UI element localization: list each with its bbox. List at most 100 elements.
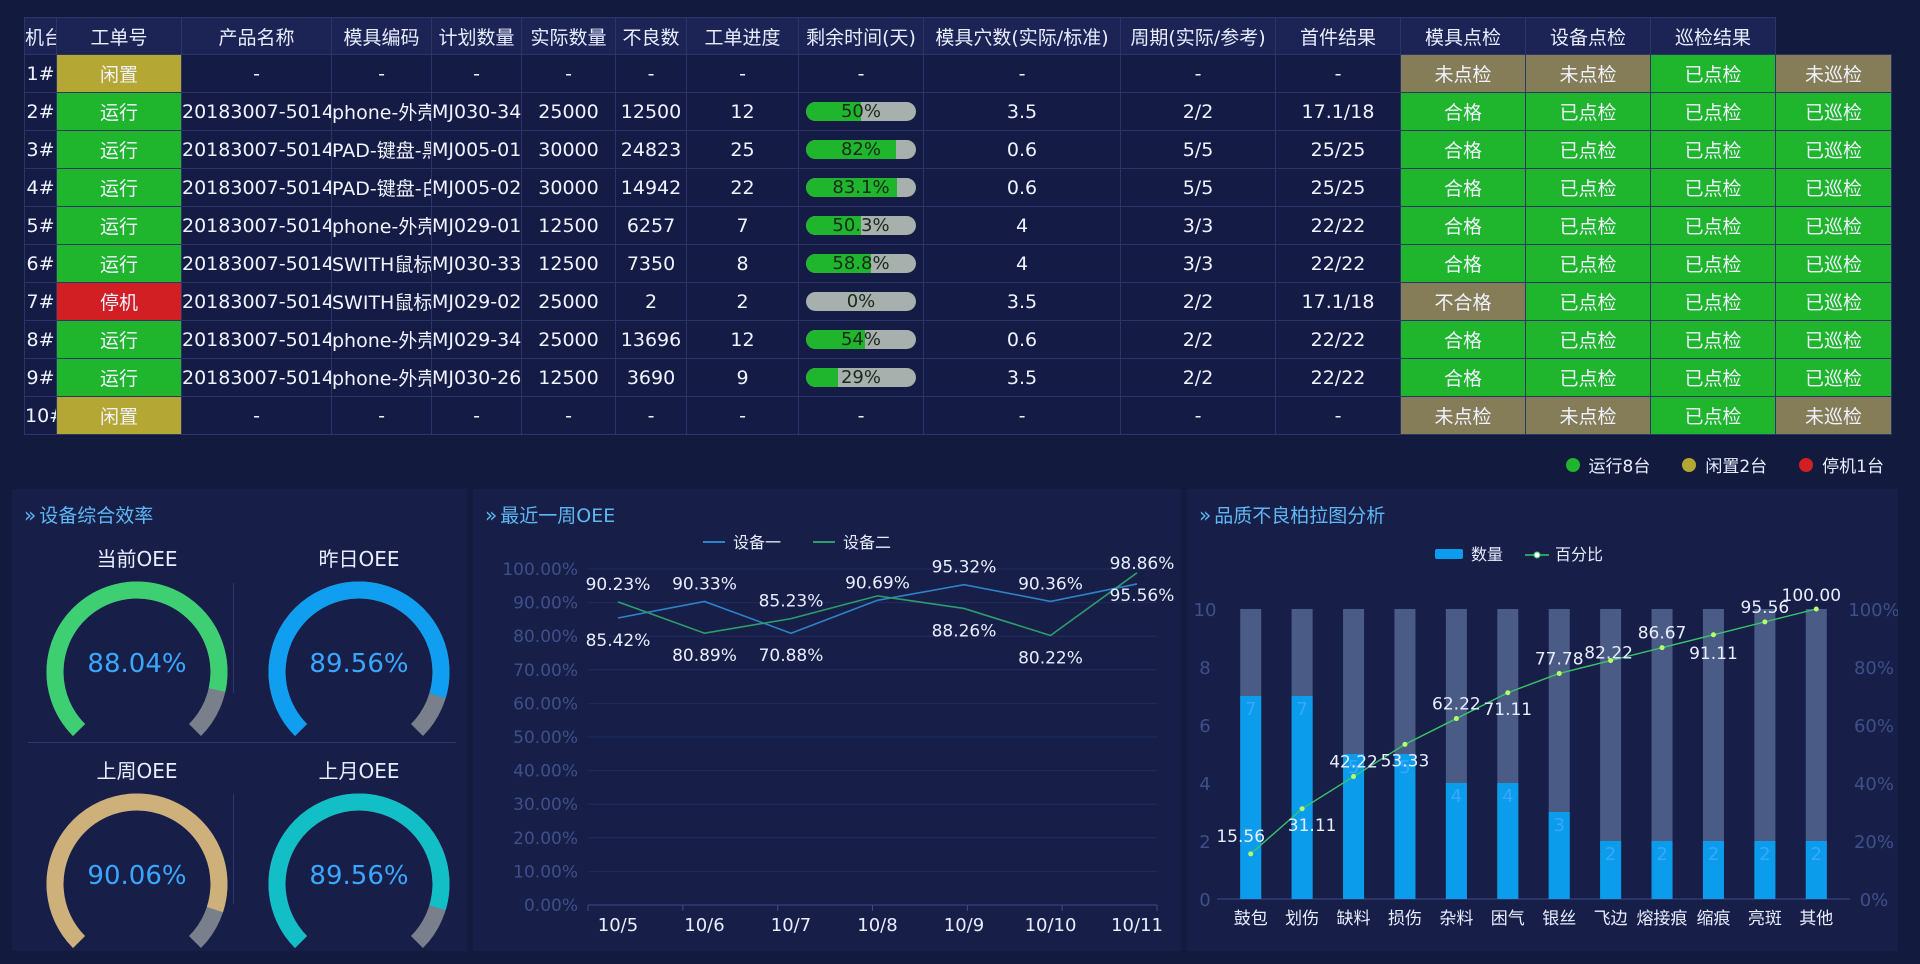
cell-plan: 12500 bbox=[521, 206, 616, 245]
bar-value-label: 2 bbox=[1759, 844, 1770, 865]
gauge-value: 89.56% bbox=[309, 649, 409, 679]
x-tick-label: 10/7 bbox=[771, 915, 811, 936]
check-status-equip-check: 已点检 bbox=[1650, 130, 1776, 169]
x-tick-label: 飞边 bbox=[1594, 909, 1628, 929]
check-status-mold-check: 已点检 bbox=[1525, 130, 1651, 169]
cell-cavity: - bbox=[1120, 396, 1276, 435]
bar-value-label: 2 bbox=[1656, 844, 1667, 865]
pareto-chart: 数量 百分比02468100%20%40%60%80%100%7鼓包7划伤5缺料5… bbox=[1194, 545, 1898, 929]
table-row[interactable]: 2#运行20183007-501410phone-外壳-白MJ030-34250… bbox=[24, 92, 1892, 131]
check-status-first: 合格 bbox=[1400, 244, 1526, 283]
check-status-mold-check: 已点检 bbox=[1525, 168, 1651, 207]
divider bbox=[233, 583, 234, 693]
data-label: 80.89% bbox=[672, 646, 737, 666]
cell-actual: 2 bbox=[615, 282, 687, 321]
cell-actual: 12500 bbox=[615, 92, 687, 131]
cumulative-point bbox=[1505, 690, 1511, 696]
y-tick-label: 4 bbox=[1199, 774, 1210, 795]
table-row[interactable]: 10#闲置----------未点检未点检已点检未巡检 bbox=[24, 396, 1892, 435]
gauge-title: 当前OEE bbox=[96, 547, 178, 571]
y-tick-label: 10 bbox=[1194, 600, 1217, 621]
data-label: 95.32% bbox=[932, 558, 997, 578]
cumulative-point bbox=[1453, 716, 1459, 722]
check-status-patrol: 未巡检 bbox=[1775, 54, 1892, 93]
cell-cavity: 2/2 bbox=[1120, 282, 1276, 321]
y-tick-label: 20.00% bbox=[513, 829, 578, 849]
table-row[interactable]: 6#运行20183007-501414SWITH鼠标壳-xlMJ030-3312… bbox=[24, 244, 1892, 283]
cumulative-label: 15.56 bbox=[1216, 827, 1265, 847]
cell-plan: - bbox=[521, 54, 616, 93]
cumulative-point bbox=[1351, 774, 1357, 780]
cumulative-point bbox=[1762, 619, 1768, 625]
cell-product: phone-外壳-黑 bbox=[331, 358, 432, 397]
cell-mold: - bbox=[431, 54, 522, 93]
cell-cycle: 25/25 bbox=[1275, 130, 1401, 169]
machine-status-table-container: 机台工单号产品名称模具编码计划数量实际数量不良数工单进度剩余时间(天)模具穴数(… bbox=[24, 17, 1892, 435]
data-label: 90.36% bbox=[1018, 574, 1083, 594]
bar[interactable] bbox=[1240, 696, 1262, 899]
check-status-patrol: 已巡检 bbox=[1775, 168, 1892, 207]
data-label: 90.33% bbox=[672, 574, 737, 594]
check-status-mold-check: 已点检 bbox=[1525, 206, 1651, 245]
bar[interactable] bbox=[1291, 696, 1313, 899]
check-status-mold-check: 未点检 bbox=[1525, 396, 1651, 435]
progress-bar: 50% bbox=[806, 102, 916, 121]
oee-panel-title-text: 设备综合效率 bbox=[39, 505, 154, 527]
y-tick-label: 70.00% bbox=[513, 661, 578, 681]
x-tick-label: 银丝 bbox=[1542, 909, 1576, 929]
machine-state-badge: 运行 bbox=[56, 130, 182, 169]
machine-status-table: 机台工单号产品名称模具编码计划数量实际数量不良数工单进度剩余时间(天)模具穴数(… bbox=[24, 17, 1892, 435]
check-status-first: 合格 bbox=[1400, 320, 1526, 359]
cumulative-label: 71.11 bbox=[1483, 700, 1532, 720]
x-tick-label: 10/8 bbox=[857, 915, 897, 936]
check-status-equip-check: 已点检 bbox=[1650, 92, 1776, 131]
table-row[interactable]: 7#停机20183007-501415SWITH鼠标壳-xlMJ029-0225… bbox=[24, 282, 1892, 321]
cumulative-label: 42.22 bbox=[1329, 753, 1378, 773]
data-label: 70.88% bbox=[759, 646, 824, 666]
cell-defect: 7 bbox=[686, 206, 799, 245]
cell-remain: 3.5 bbox=[923, 92, 1121, 131]
cumulative-point bbox=[1402, 741, 1408, 747]
cell-order: 20183007-501417 bbox=[181, 358, 332, 397]
x-tick-label: 熔接痕 bbox=[1637, 909, 1688, 929]
check-status-first: 合格 bbox=[1400, 168, 1526, 207]
y-tick-label: 90.00% bbox=[513, 594, 578, 614]
table-row[interactable]: 4#运行20183007-501412PAD-键盘-白色MJ005-023000… bbox=[24, 168, 1892, 207]
cell-defect: 8 bbox=[686, 244, 799, 283]
check-status-patrol: 已巡检 bbox=[1775, 130, 1892, 169]
progress-bar: 50.3% bbox=[806, 216, 916, 235]
oee-gauge: 昨日OEE 89.56% bbox=[254, 543, 464, 752]
cell-cycle: 17.1/18 bbox=[1275, 282, 1401, 321]
table-row[interactable]: 3#运行20183007-501411PAD-键盘-黑色MJ005-013000… bbox=[24, 130, 1892, 169]
table-row[interactable]: 1# 闲置 - - - - - - - - - - 未点检 未点检 已点检 未巡检 bbox=[24, 54, 1892, 93]
progress-bar: 83.1% bbox=[806, 178, 916, 197]
legend-item: 运行8台 bbox=[1565, 452, 1651, 477]
cell-progress: 83.1% bbox=[798, 168, 924, 207]
table-row[interactable]: 9#运行20183007-501417phone-外壳-黑MJ030-26125… bbox=[24, 358, 1892, 397]
machine-state-badge: 闲置 bbox=[56, 54, 182, 93]
data-label: 88.26% bbox=[932, 621, 997, 641]
progress-bar: 82% bbox=[806, 140, 916, 159]
column-header: 剩余时间(天) bbox=[798, 17, 924, 55]
cumulative-label: 100.00 bbox=[1782, 586, 1841, 606]
legend-label: 运行8台 bbox=[1588, 457, 1651, 477]
machine-id-cell: 4# bbox=[24, 168, 57, 207]
machine-id-cell: 7# bbox=[24, 282, 57, 321]
cell-actual: 13696 bbox=[615, 320, 687, 359]
cumulative-label: 31.11 bbox=[1288, 816, 1337, 836]
cell-order: 20183007-501413 bbox=[181, 206, 332, 245]
cell-actual: 6257 bbox=[615, 206, 687, 245]
cell-defect: - bbox=[686, 396, 799, 435]
table-row[interactable]: 8#运行20183007-501416phone-外壳-白MJ029-34250… bbox=[24, 320, 1892, 359]
cell-cavity: 2/2 bbox=[1120, 358, 1276, 397]
progress-text: 82% bbox=[840, 140, 881, 159]
cell-order: 20183007-501411 bbox=[181, 130, 332, 169]
y-tick-label: 0.00% bbox=[524, 896, 578, 916]
progress-bar: 54% bbox=[806, 330, 916, 349]
y2-tick-label: 0% bbox=[1860, 890, 1889, 911]
check-status-first: 合格 bbox=[1400, 358, 1526, 397]
table-row[interactable]: 5#运行20183007-501413phone-外壳-黑MJ029-01125… bbox=[24, 206, 1892, 245]
progress-text: 0% bbox=[846, 292, 876, 311]
column-header: 工单进度 bbox=[686, 17, 799, 55]
check-status-equip-check: 已点检 bbox=[1650, 358, 1776, 397]
